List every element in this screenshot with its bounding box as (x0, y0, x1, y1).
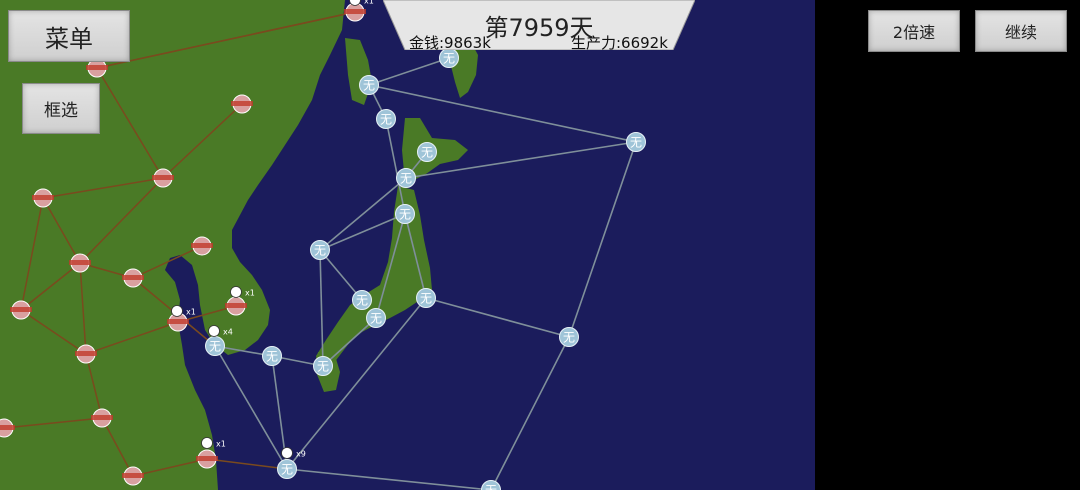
neutral-city-node[interactable]: 无 (417, 142, 437, 162)
double-speed-button[interactable]: 2倍速 (868, 10, 960, 52)
neutral-city-node[interactable]: 无 (416, 288, 436, 308)
neutral-city-node[interactable]: 无 (396, 168, 416, 188)
node-label: 无 (209, 340, 221, 354)
node-label: 无 (421, 146, 433, 160)
neutral-city-node[interactable]: 无 (313, 356, 333, 376)
node-label: 无 (370, 312, 382, 326)
neutral-city-node[interactable]: 无 (359, 75, 379, 95)
node-label: 无 (266, 350, 278, 364)
neutral-city-node[interactable]: 无 (262, 346, 282, 366)
neutral-city-node[interactable]: 无 (205, 336, 225, 356)
node-label: 无 (356, 294, 368, 308)
node-label: 无 (443, 52, 455, 66)
army-count: x4 (223, 328, 233, 337)
neutral-city-node[interactable]: 无 (559, 327, 579, 347)
menu-button[interactable]: 菜单 (8, 10, 130, 62)
neutral-city-node[interactable]: 无 (310, 240, 330, 260)
node-label: 无 (630, 136, 642, 150)
neutral-city-node[interactable]: 无 (352, 290, 372, 310)
army-count: x1 (245, 289, 255, 298)
continue-button[interactable]: 继续 (975, 10, 1067, 52)
neutral-city-node[interactable]: 无 (395, 204, 415, 224)
side-blank-area (815, 0, 1080, 490)
node-label: 无 (420, 292, 432, 306)
node-label: 无 (563, 331, 575, 345)
node-label: 无 (363, 79, 375, 93)
node-label: 无 (400, 172, 412, 186)
node-label: 无 (380, 113, 392, 127)
node-label: 无 (281, 463, 293, 477)
node-label: 无 (317, 360, 329, 374)
box-select-button[interactable]: 框选 (22, 83, 100, 134)
node-label: 无 (485, 484, 497, 490)
production-display: 生产力:6692k (571, 34, 668, 52)
army-count: x1 (364, 0, 374, 6)
game-map[interactable]: 无无无无无无无无无无无无无无无无无 x1x1x1x4x1x9 (0, 0, 815, 490)
neutral-city-node[interactable]: 无 (277, 459, 297, 479)
money-display: 金钱:9863k (409, 34, 491, 52)
neutral-city-node[interactable]: 无 (376, 109, 396, 129)
node-label: 无 (399, 208, 411, 222)
army-count: x1 (216, 440, 226, 449)
status-panel: 第7959天 金钱:9863k 生产力:6692k (383, 0, 695, 52)
node-label: 无 (314, 244, 326, 258)
army-count: x1 (186, 308, 196, 317)
neutral-city-node[interactable]: 无 (626, 132, 646, 152)
neutral-city-node[interactable]: 无 (366, 308, 386, 328)
army-count: x9 (296, 450, 306, 459)
